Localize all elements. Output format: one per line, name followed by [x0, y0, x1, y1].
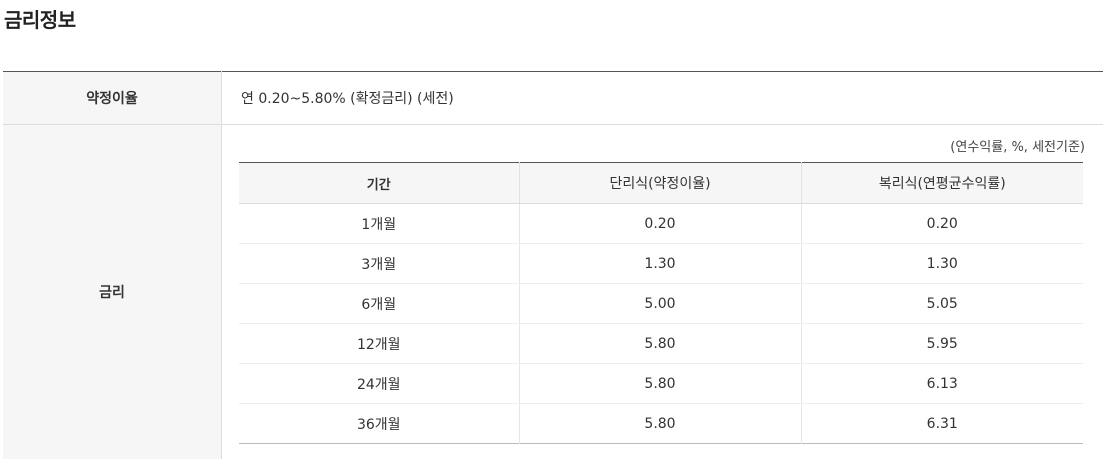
- agreed-rate-label: 약정이율: [3, 72, 222, 125]
- period-cell: 1개월: [239, 204, 519, 244]
- table-row: 24개월 5.80 6.13: [239, 364, 1083, 404]
- period-cell: 3개월: [239, 244, 519, 284]
- header-compound-interest: 복리식(연평균수익률): [801, 163, 1083, 204]
- page-title: 금리정보: [4, 4, 76, 33]
- period-cell: 24개월: [239, 364, 519, 404]
- compound-rate-cell: 5.95: [801, 324, 1083, 364]
- simple-rate-cell: 5.80: [519, 364, 801, 404]
- header-period: 기간: [239, 163, 519, 204]
- simple-rate-cell: 1.30: [519, 244, 801, 284]
- rate-table-header-row: 기간 단리식(약정이율) 복리식(연평균수익률): [239, 163, 1083, 204]
- compound-rate-cell: 6.13: [801, 364, 1083, 404]
- compound-rate-cell: 1.30: [801, 244, 1083, 284]
- simple-rate-cell: 5.00: [519, 284, 801, 324]
- agreed-rate-value: 연 0.20~5.80% (확정금리) (세전): [222, 72, 1104, 125]
- rate-info-table: 약정이율 연 0.20~5.80% (확정금리) (세전) 금리 (연수익률, …: [3, 71, 1103, 459]
- compound-rate-cell: 6.31: [801, 404, 1083, 444]
- period-cell: 36개월: [239, 404, 519, 444]
- table-row: 36개월 5.80 6.31: [239, 404, 1083, 444]
- compound-rate-cell: 5.05: [801, 284, 1083, 324]
- period-cell: 6개월: [239, 284, 519, 324]
- simple-rate-cell: 5.80: [519, 324, 801, 364]
- simple-rate-cell: 5.80: [519, 404, 801, 444]
- interest-row: 금리 (연수익률, %, 세전기준) 기간 단리식(약정이율) 복리식(연평균수…: [3, 125, 1103, 459]
- period-cell: 12개월: [239, 324, 519, 364]
- table-row: 1개월 0.20 0.20: [239, 204, 1083, 244]
- interest-rate-table: 기간 단리식(약정이율) 복리식(연평균수익률) 1개월 0.20 0.20 3…: [239, 162, 1083, 444]
- interest-cell: (연수익률, %, 세전기준) 기간 단리식(약정이율) 복리식(연평균수익률): [222, 125, 1104, 459]
- unit-note: (연수익률, %, 세전기준): [239, 139, 1085, 157]
- agreed-rate-row: 약정이율 연 0.20~5.80% (확정금리) (세전): [3, 72, 1103, 125]
- table-row: 12개월 5.80 5.95: [239, 324, 1083, 364]
- simple-rate-cell: 0.20: [519, 204, 801, 244]
- table-row: 3개월 1.30 1.30: [239, 244, 1083, 284]
- compound-rate-cell: 0.20: [801, 204, 1083, 244]
- interest-label: 금리: [3, 125, 222, 459]
- header-simple-interest: 단리식(약정이율): [519, 163, 801, 204]
- rate-info-page: 금리정보 약정이율 연 0.20~5.80% (확정금리) (세전) 금리 (연…: [0, 0, 1112, 458]
- table-row: 6개월 5.00 5.05: [239, 284, 1083, 324]
